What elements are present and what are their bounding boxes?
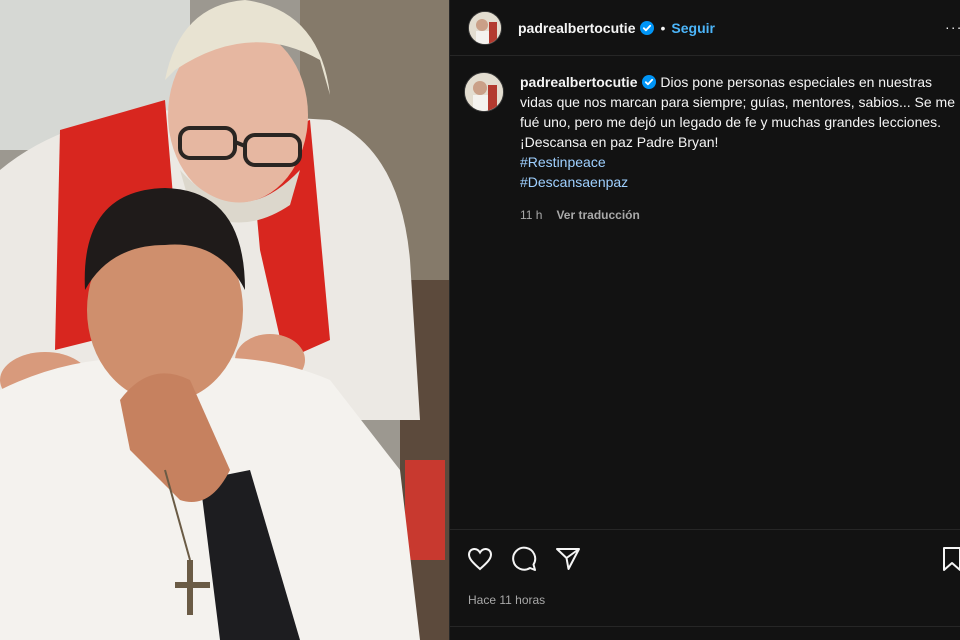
caption-age: 11 h [520, 208, 543, 222]
header-username[interactable]: padrealbertocutie [518, 20, 635, 36]
comment-icon [512, 546, 537, 571]
see-translation-button[interactable]: Ver traducción [556, 208, 639, 222]
caption-meta: 11 h Ver traducción [520, 208, 960, 222]
avatar-image [469, 11, 501, 44]
post-dialog: padrealbertocutie • Seguir ... padrea [0, 0, 960, 640]
caption-text: padrealbertocutie Dios pone personas esp… [520, 72, 960, 152]
send-icon [556, 548, 580, 570]
separator-dot: • [660, 19, 666, 36]
caption-comment: padrealbertocutie Dios pone personas esp… [464, 72, 960, 222]
avatar[interactable] [468, 10, 502, 45]
divider [450, 626, 960, 627]
post-timestamp[interactable]: Hace 11 horas [468, 593, 545, 607]
caption-username[interactable]: padrealbertocutie [520, 74, 637, 90]
avatar-image [465, 73, 503, 111]
caption-avatar[interactable] [464, 72, 504, 112]
follow-button[interactable]: Seguir [671, 20, 715, 36]
action-bar [467, 546, 581, 572]
verified-badge-icon [642, 75, 657, 89]
bookmark-icon [943, 547, 960, 571]
like-button[interactable] [467, 546, 493, 572]
heart-icon [467, 547, 493, 571]
post-image[interactable] [0, 0, 449, 640]
post-side-panel: padrealbertocutie • Seguir ... padrea [449, 0, 960, 640]
more-options-icon[interactable]: ... [945, 16, 960, 32]
share-button[interactable] [555, 546, 581, 572]
save-button[interactable] [942, 546, 960, 572]
divider [450, 529, 960, 530]
hashtag-link[interactable]: #Restinpeace [520, 152, 960, 172]
caption-body: padrealbertocutie Dios pone personas esp… [520, 72, 960, 222]
post-header: padrealbertocutie • Seguir ... [450, 0, 960, 56]
comment-button[interactable] [511, 546, 537, 572]
verified-badge-icon [640, 20, 655, 35]
post-photo [0, 0, 449, 640]
hashtag-link[interactable]: #Descansaenpaz [520, 172, 960, 192]
